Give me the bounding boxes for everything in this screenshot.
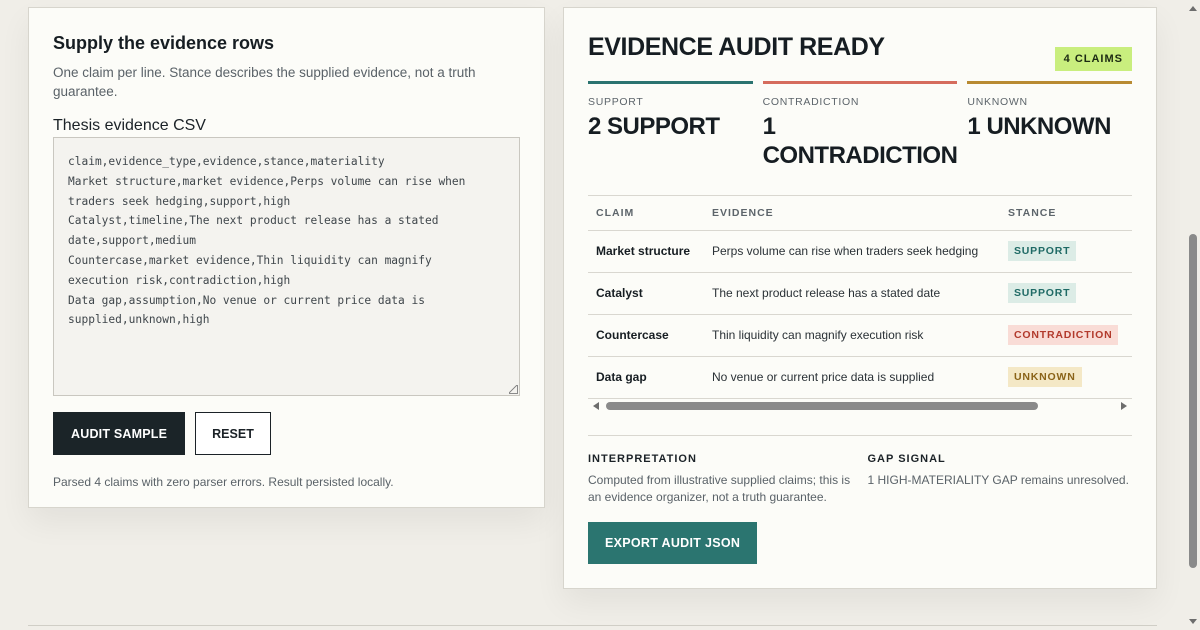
resize-grip-icon[interactable] [509, 385, 518, 394]
evidence-cell: No venue or current price data is suppli… [704, 356, 1000, 399]
scroll-left-arrow-icon[interactable] [593, 402, 599, 410]
thesis-evidence-csv-textarea[interactable]: claim,evidence_type,evidence,stance,mate… [53, 137, 520, 396]
table-row: Catalyst The next product release has a … [588, 272, 1132, 315]
claim-cell: Catalyst [588, 272, 704, 315]
gap-signal-heading: GAP SIGNAL [867, 453, 946, 465]
claims-table: CLAIM EVIDENCE STANCE Market structure P… [588, 196, 1132, 399]
export-audit-json-button[interactable]: EXPORT AUDIT JSON [588, 522, 758, 564]
evidence-cell: Thin liquidity can magnify execution ris… [704, 314, 1000, 357]
stat-support-label: SUPPORT [588, 96, 644, 108]
stat-unknown-label: UNKNOWN [967, 96, 1028, 108]
stance-badge: UNKNOWN [1008, 367, 1082, 387]
csv-textarea-value: claim,evidence_type,evidence,stance,mate… [68, 155, 466, 327]
audit-result-title: EVIDENCE AUDIT READY [588, 33, 885, 61]
claims-count-badge: 4 CLAIMS [1054, 47, 1132, 71]
input-actions: AUDIT SAMPLE RESET [53, 412, 520, 455]
vertical-scroll-thumb[interactable] [1189, 234, 1197, 568]
interpretation-text: Computed from illustrative supplied clai… [588, 473, 851, 504]
stance-cell: UNKNOWN [1000, 356, 1132, 399]
footer-divider [28, 625, 1157, 626]
csv-field-label: Thesis evidence CSV [53, 117, 206, 134]
stat-contradiction-value: 1 CONTRADICTION [762, 113, 958, 169]
evidence-cell: The next product release has a stated da… [704, 272, 1000, 315]
page-vertical-scrollbar[interactable] [1185, 0, 1200, 630]
stat-unknown: UNKNOWN 1 UNKNOWN [967, 81, 1133, 170]
claim-cell: Countercase [588, 314, 704, 357]
input-panel-subtitle: One claim per line. Stance describes the… [53, 65, 476, 99]
stat-unknown-value: 1 UNKNOWN [967, 113, 1111, 140]
audit-sample-button[interactable]: AUDIT SAMPLE [53, 412, 186, 455]
evidence-cell: Perps volume can rise when traders seek … [704, 230, 1000, 273]
stance-summary: SUPPORT 2 SUPPORT CONTRADICTION 1 CONTRA… [588, 81, 1133, 170]
scroll-right-arrow-icon[interactable] [1121, 402, 1127, 410]
stat-contradiction: CONTRADICTION 1 CONTRADICTION [762, 81, 958, 170]
column-header-stance: STANCE [1000, 196, 1132, 231]
table-row: Data gap No venue or current price data … [588, 356, 1132, 399]
column-header-evidence: EVIDENCE [704, 196, 1000, 231]
stance-cell: SUPPORT [1000, 230, 1132, 273]
interpretation-note: INTERPRETATION Computed from illustrativ… [588, 453, 853, 506]
stance-badge: SUPPORT [1008, 283, 1077, 303]
audit-notes: INTERPRETATION Computed from illustrativ… [588, 435, 1132, 506]
gap-signal-text: 1 HIGH-MATERIALITY GAP remains unresolve… [867, 473, 1129, 487]
table-horizontal-scrollbar[interactable] [588, 397, 1132, 411]
stance-badge: SUPPORT [1008, 241, 1077, 261]
stat-support: SUPPORT 2 SUPPORT [588, 81, 753, 170]
stance-badge: CONTRADICTION [1008, 325, 1119, 345]
claims-table-container[interactable]: CLAIM EVIDENCE STANCE Market structure P… [588, 195, 1132, 416]
parse-status-text: Parsed 4 claims with zero parser errors.… [53, 475, 394, 489]
column-header-claim: CLAIM [588, 196, 704, 231]
scroll-up-arrow-icon[interactable] [1189, 6, 1197, 11]
horizontal-scroll-thumb[interactable] [606, 402, 1038, 410]
reset-button[interactable]: RESET [195, 412, 271, 455]
stat-support-value: 2 SUPPORT [588, 113, 720, 140]
input-panel-title: Supply the evidence rows [53, 33, 275, 53]
table-header-row: CLAIM EVIDENCE STANCE [588, 196, 1132, 231]
table-row: Countercase Thin liquidity can magnify e… [588, 314, 1132, 357]
table-row: Market structure Perps volume can rise w… [588, 230, 1132, 273]
gap-signal-note: GAP SIGNAL 1 HIGH-MATERIALITY GAP remain… [868, 453, 1133, 506]
interpretation-heading: INTERPRETATION [588, 453, 697, 465]
stat-contradiction-label: CONTRADICTION [762, 96, 860, 108]
audit-result-panel: EVIDENCE AUDIT READY 4 CLAIMS SUPPORT 2 … [563, 7, 1157, 589]
stance-cell: CONTRADICTION [1000, 314, 1132, 357]
stance-cell: SUPPORT [1000, 272, 1132, 315]
claim-cell: Market structure [588, 230, 704, 273]
claim-cell: Data gap [588, 356, 704, 399]
evidence-input-panel: Supply the evidence rows One claim per l… [28, 7, 545, 508]
scroll-down-arrow-icon[interactable] [1189, 619, 1197, 624]
